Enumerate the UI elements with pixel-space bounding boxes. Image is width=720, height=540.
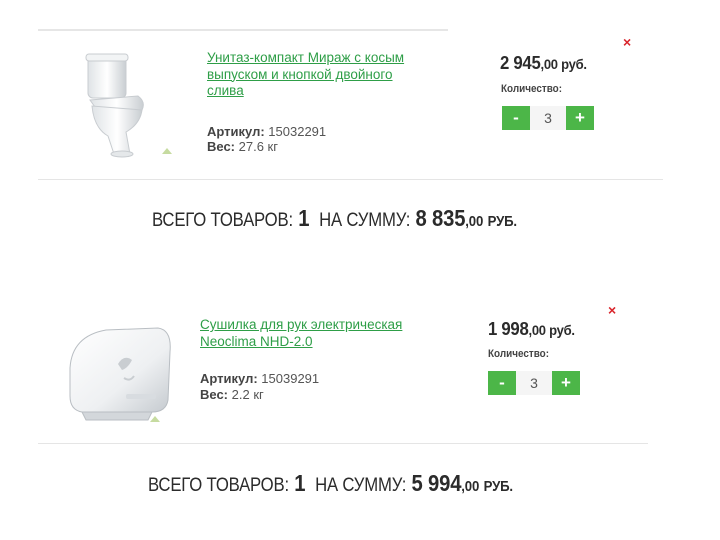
total-sum-label: НА СУММУ: bbox=[319, 210, 411, 231]
quantity-value[interactable]: 3 bbox=[516, 371, 552, 395]
quantity-stepper: - 3 + bbox=[488, 371, 580, 395]
weight-label: Вес: bbox=[200, 387, 229, 402]
total-sum-label: НА СУММУ: bbox=[315, 475, 407, 496]
weight-value: 2.2 кг bbox=[231, 387, 264, 402]
quantity-decrease-button[interactable]: - bbox=[502, 106, 530, 130]
total-sum-decimal: ,00 bbox=[461, 478, 480, 495]
quantity-increase-button[interactable]: + bbox=[566, 106, 594, 130]
product-name-link[interactable]: Унитаз-компакт Мираж с косым выпуском и … bbox=[207, 50, 432, 100]
total-sum-integer: 5 994 bbox=[411, 470, 462, 496]
article-label: Артикул: bbox=[207, 124, 265, 139]
weight-line: Вес: 27.6 кг bbox=[207, 139, 427, 154]
article-line: Артикул: 15032291 bbox=[207, 124, 427, 139]
article-label: Артикул: bbox=[200, 371, 258, 386]
weight-label: Вес: bbox=[207, 139, 236, 154]
total-sum-integer: 8 835 bbox=[415, 205, 466, 231]
remove-item-icon[interactable]: × bbox=[623, 35, 631, 49]
quantity-label: Количество: bbox=[501, 83, 563, 95]
price: 1 998,00 руб. bbox=[488, 319, 575, 340]
hand-dryer-product-image[interactable] bbox=[60, 322, 180, 427]
weight-value: 27.6 кг bbox=[238, 139, 278, 154]
article-value: 15039291 bbox=[261, 371, 320, 386]
total-count: 1 bbox=[294, 470, 306, 496]
toilet-product-image[interactable] bbox=[80, 50, 180, 165]
quantity-decrease-button[interactable]: - bbox=[488, 371, 516, 395]
price-integer: 2 945 bbox=[500, 53, 541, 73]
quantity-label: Количество: bbox=[488, 348, 550, 360]
remove-item-icon[interactable]: × bbox=[608, 303, 616, 317]
total-count-label: ВСЕГО ТОВАРОВ: bbox=[152, 210, 293, 231]
quantity-stepper: - 3 + bbox=[502, 106, 594, 130]
cart-totals: ВСЕГО ТОВАРОВ: 1 НА СУММУ: 8 835,00 РУБ. bbox=[152, 205, 517, 232]
row-divider bbox=[38, 179, 663, 180]
cart-totals: ВСЕГО ТОВАРОВ: 1 НА СУММУ: 5 994,00 РУБ. bbox=[148, 470, 513, 497]
price-integer: 1 998 bbox=[488, 319, 529, 339]
price-decimal: ,00 руб. bbox=[528, 322, 575, 338]
total-currency: РУБ. bbox=[487, 213, 517, 230]
row-divider bbox=[38, 443, 648, 444]
price-decimal: ,00 руб. bbox=[540, 56, 587, 72]
weight-line: Вес: 2.2 кг bbox=[200, 387, 420, 402]
total-count-label: ВСЕГО ТОВАРОВ: bbox=[148, 475, 289, 496]
article-value: 15032291 bbox=[268, 124, 327, 139]
product-name-link[interactable]: Сушилка для рук электрическая Neoclima N… bbox=[200, 317, 430, 350]
total-currency: РУБ. bbox=[483, 478, 513, 495]
total-sum-decimal: ,00 bbox=[465, 213, 484, 230]
price: 2 945,00 руб. bbox=[500, 53, 587, 74]
quantity-increase-button[interactable]: + bbox=[552, 371, 580, 395]
article-line: Артикул: 15039291 bbox=[200, 371, 420, 386]
total-count: 1 bbox=[298, 205, 310, 231]
top-divider bbox=[38, 29, 448, 31]
quantity-value[interactable]: 3 bbox=[530, 106, 566, 130]
